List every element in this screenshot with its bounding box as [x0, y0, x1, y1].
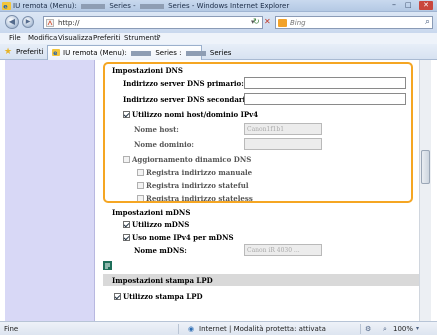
hostname-label: Nome host: [134, 125, 179, 134]
domain-field[interactable] [244, 138, 322, 150]
tab-prefix: IU remota (Menu): [63, 49, 127, 57]
dns-primary-label: Indirizzo server DNS primario: [123, 79, 244, 88]
use-lpd-label: Utilizzo stampa LPD [123, 292, 203, 301]
zoom-dropdown-icon[interactable]: ▾ [416, 325, 419, 332]
ie-logo-icon: e [2, 2, 11, 10]
dns-primary-field[interactable] [244, 77, 406, 89]
use-mdns-label: Utilizzo mDNS [132, 220, 190, 229]
redacted-model [81, 3, 106, 9]
redacted-model [185, 50, 206, 56]
use-hostnames-label: Utilizzo nomi host/dominio IPv4 [132, 110, 259, 119]
favorites-star-icon[interactable]: ★ [4, 47, 12, 57]
use-mdns-row: Utilizzo mDNS [123, 220, 189, 229]
ipv4-mdns-row: Uso nome IPv4 per mDNS [123, 233, 234, 242]
browser-tab[interactable]: e IU remota (Menu): Series : Series [47, 45, 231, 60]
separator [178, 324, 179, 334]
title-suffix: Series - Windows Internet Explorer [168, 2, 290, 10]
tools-icon[interactable]: ⚙ [365, 325, 371, 333]
svg-text:e: e [3, 3, 8, 11]
minimize-icon[interactable]: – [392, 0, 396, 9]
dynamic-dns-label: Aggiornamento dinamico DNS [132, 155, 252, 164]
redacted-model [139, 3, 164, 9]
address-input[interactable]: http:// [58, 19, 79, 27]
use-mdns-checkbox[interactable] [123, 221, 130, 228]
menu-help[interactable]: ? [157, 34, 161, 42]
navigation-bar: ◀ ▶ http:// ▾ ↻ ✕ Bing ⌕ [0, 12, 437, 33]
favorites-bar: ★ Preferiti e IU remota (Menu): Series :… [0, 44, 437, 60]
scrollbar-thumb[interactable] [421, 150, 430, 184]
search-box[interactable]: Bing ⌕ [275, 16, 433, 29]
menu-file[interactable]: File [9, 34, 21, 42]
stateful-address-row: Registra indirizzo stateful [137, 181, 249, 190]
mdns-name-label: Nome mDNS: [134, 246, 187, 255]
stateless-address-label: Registra indirizzo stateless [146, 194, 253, 203]
menu-modifica[interactable]: Modifica [28, 34, 57, 42]
dynamic-dns-checkbox[interactable] [123, 156, 130, 163]
page-icon [46, 19, 54, 27]
ie-tab-icon: e [52, 49, 60, 56]
maximize-icon[interactable]: □ [405, 1, 412, 9]
search-icon[interactable]: ⌕ [425, 17, 430, 27]
svg-text:e: e [53, 50, 57, 56]
tab-suffix: Series [209, 49, 232, 57]
back-button[interactable]: ◀ [5, 15, 19, 29]
status-text: Fine [4, 325, 19, 333]
menu-preferiti[interactable]: Preferiti [93, 34, 120, 42]
stateful-address-checkbox[interactable] [137, 182, 144, 189]
window-title: IU remota (Menu): Series - Series - Wind… [13, 2, 289, 10]
forward-button[interactable]: ▶ [22, 16, 34, 28]
hostname-field[interactable]: Canon1f1b1 [244, 123, 322, 135]
domain-label: Nome dominio: [134, 140, 194, 149]
manual-address-checkbox[interactable] [137, 169, 144, 176]
address-bar[interactable]: http:// [43, 16, 263, 29]
menu-bar: File Modifica Visualizza Preferiti Strum… [0, 33, 437, 44]
ipv4-mdns-label: Uso nome IPv4 per mDNS [132, 233, 234, 242]
close-icon[interactable]: ✕ [419, 1, 433, 10]
dns-secondary-field[interactable] [244, 93, 406, 105]
tab-title: IU remota (Menu): Series : Series [63, 49, 231, 57]
lpd-section-header: Impostazioni stampa LPD [103, 274, 419, 286]
use-lpd-row: Utilizzo stampa LPD [114, 292, 203, 301]
title-prefix: IU remota (Menu): [13, 2, 77, 10]
vertical-scrollbar[interactable] [419, 60, 431, 321]
redacted-model [131, 50, 152, 56]
window-controls: – □ ✕ [390, 0, 435, 11]
manual-address-label: Registra indirizzo manuale [146, 168, 253, 177]
menu-strumenti[interactable]: Strumenti [124, 34, 159, 42]
left-navigation-panel [5, 60, 95, 321]
mdns-section-header: Impostazioni mDNS [112, 208, 191, 217]
dns-section-header: Impostazioni DNS [112, 66, 183, 75]
search-input[interactable]: Bing [290, 19, 306, 27]
zoom-icon[interactable]: ⌕ [383, 325, 387, 334]
stop-icon[interactable]: ✕ [264, 17, 271, 27]
stateful-address-label: Registra indirizzo stateful [146, 181, 249, 190]
globe-icon: ◉ [188, 325, 195, 333]
ipv4-mdns-checkbox[interactable] [123, 234, 130, 241]
zone-text[interactable]: Internet | Modalità protetta: attivata [199, 325, 326, 333]
stateless-address-row: Registra indirizzo stateless [137, 194, 253, 203]
manual-address-row: Registra indirizzo manuale [137, 168, 252, 177]
refresh-icon[interactable]: ↻ [253, 17, 260, 27]
title-mid: Series - [109, 2, 136, 10]
use-hostnames-checkbox[interactable] [123, 111, 130, 118]
stateless-address-checkbox[interactable] [137, 195, 144, 202]
menu-visualizza[interactable]: Visualizza [58, 34, 92, 42]
bing-logo-icon [278, 19, 287, 27]
page-viewport: Impostazioni DNS Indirizzo server DNS pr… [0, 60, 437, 321]
tab-mid: Series : [155, 49, 182, 57]
status-bar: Fine ◉ Internet | Modalità protetta: att… [0, 321, 437, 335]
separator [360, 324, 361, 334]
go-top-icon[interactable] [103, 261, 112, 270]
use-hostnames-row: Utilizzo nomi host/dominio IPv4 [123, 110, 258, 119]
window-titlebar: e IU remota (Menu): Series - Series - Wi… [0, 0, 437, 12]
zoom-level[interactable]: 100% [393, 325, 413, 333]
settings-content: Impostazioni DNS Indirizzo server DNS pr… [103, 60, 419, 321]
dynamic-dns-row: Aggiornamento dinamico DNS [123, 155, 251, 164]
mdns-name-field[interactable]: Canon iR 4030 ... [244, 244, 322, 256]
use-lpd-checkbox[interactable] [114, 293, 121, 300]
favorites-button[interactable]: Preferiti [16, 48, 43, 56]
dns-secondary-label: Indirizzo server DNS secondario: [123, 95, 253, 104]
